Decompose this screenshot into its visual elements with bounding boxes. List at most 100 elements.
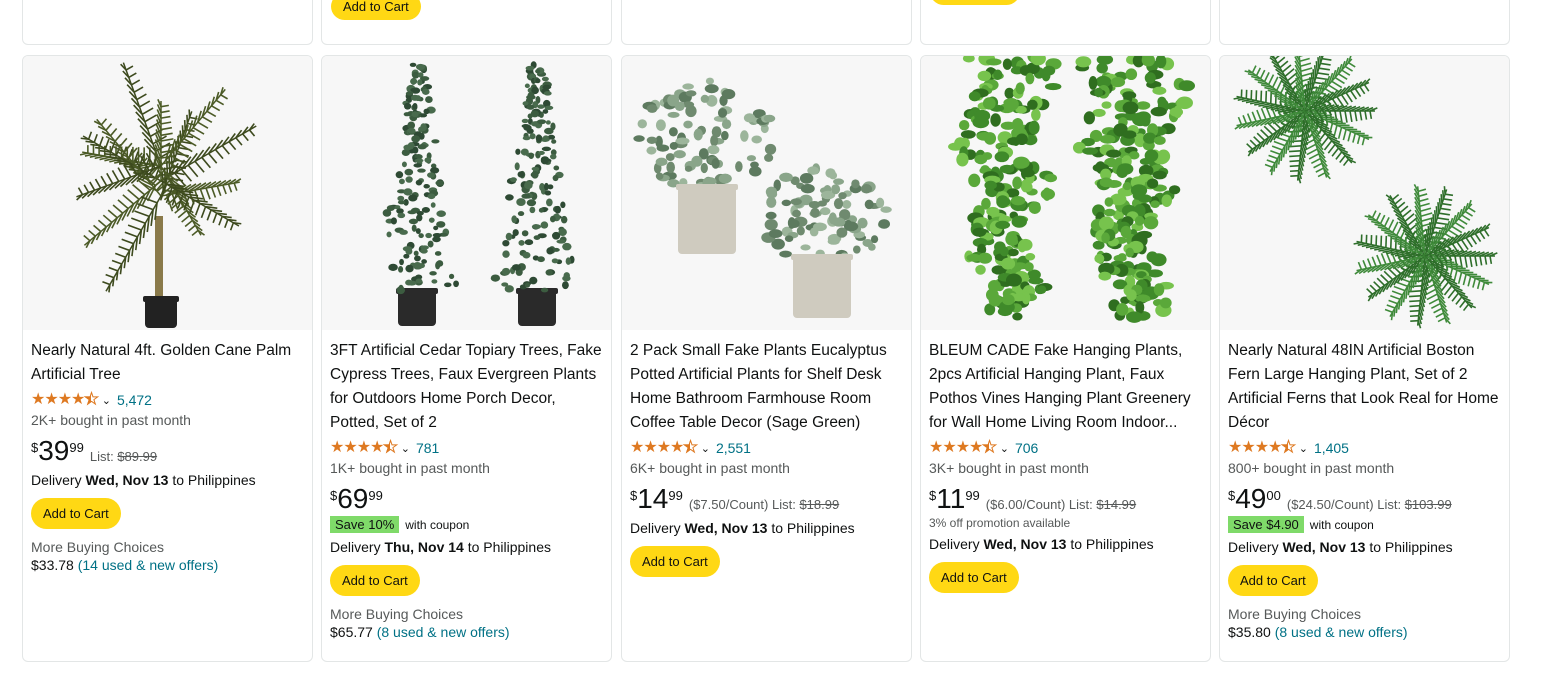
star-rating[interactable]: ★ ★ ★ ★ ★ [31, 391, 99, 408]
star-rating[interactable]: ★ ★ ★ ★ ★ [929, 439, 997, 456]
rating-row: ★ ★ ★ ★ ★ ⌄ 781 [330, 437, 603, 459]
product-card[interactable]: 3FT Artificial Cedar Topiary Trees, Fake… [321, 55, 612, 662]
rating-count-link[interactable]: 5,472 [117, 392, 152, 408]
list-price: $14.99 [1096, 497, 1137, 512]
delivery-date: Wed, Nov 13 [1282, 539, 1366, 555]
star-rating[interactable]: ★ ★ ★ ★ ★ [330, 439, 398, 456]
chevron-down-icon[interactable]: ⌄ [401, 442, 410, 455]
cedar-trees-illustration [382, 61, 575, 326]
product-title[interactable]: Nearly Natural 48IN Artificial Boston Fe… [1228, 339, 1501, 435]
star-icon: ★ [683, 439, 698, 456]
delivery-prefix: Delivery [929, 536, 980, 552]
delivery-info: Delivery Wed, Nov 13 to Philippines [31, 472, 304, 488]
list-price: $18.99 [799, 497, 840, 512]
chevron-down-icon[interactable]: ⌄ [701, 442, 710, 455]
rating-count-link[interactable]: 781 [416, 440, 439, 456]
add-to-cart-button[interactable]: Add to Cart [630, 546, 720, 577]
price[interactable]: $ 14 99 ($7.50/Count) List: $18.99 [630, 484, 903, 514]
star-icon: ★ [656, 439, 671, 456]
delivery-destination: to Philippines [467, 539, 551, 555]
star-icon: ★ [942, 439, 956, 456]
product-card[interactable]: BLEUM CADE Fake Hanging Plants, 2pcs Art… [920, 55, 1211, 662]
price-fraction: 00 [1266, 488, 1281, 503]
price-whole: 49 [1235, 483, 1267, 514]
star-icon: ★ [630, 439, 644, 456]
add-to-cart-button[interactable]: Add to Cart [1228, 565, 1318, 596]
delivery-destination: to Philippines [172, 472, 256, 488]
delivery-destination: to Philippines [1070, 536, 1154, 552]
offers-link[interactable]: (8 used & new offers) [377, 624, 510, 640]
product-card[interactable]: Nearly Natural 48IN Artificial Boston Fe… [1219, 55, 1510, 662]
star-icon: ★ [343, 439, 357, 456]
coupon-row: Save 10% with coupon [330, 516, 603, 533]
previous-row-card-5 [1219, 0, 1510, 45]
price[interactable]: $ 11 99 ($6.00/Count) List: $14.99 [929, 484, 1202, 514]
rating-row: ★ ★ ★ ★ ★ ⌄ 1,405 [1228, 437, 1501, 459]
star-icon: ★ [1268, 439, 1282, 456]
product-title[interactable]: 3FT Artificial Cedar Topiary Trees, Fake… [330, 339, 603, 435]
add-to-cart-button[interactable]: Add to Cart [31, 498, 121, 529]
offers-row: $33.78 (14 used & new offers) [31, 557, 304, 573]
star-icon: ★ [31, 391, 45, 408]
star-icon: ★ [955, 439, 970, 456]
palm-tree-image[interactable] [23, 56, 312, 330]
price-fraction: 99 [69, 440, 84, 455]
cedar-trees-image[interactable] [322, 56, 611, 330]
delivery-destination: to Philippines [771, 520, 855, 536]
delivery-date: Thu, Nov 14 [384, 539, 464, 555]
offers-row: $35.80 (8 used & new offers) [1228, 624, 1501, 640]
pothos-vines-illustration [948, 56, 1196, 323]
list-price: $103.99 [1404, 497, 1452, 512]
palm-tree-illustration [76, 62, 257, 328]
product-title[interactable]: Nearly Natural 4ft. Golden Cane Palm Art… [31, 339, 304, 387]
pothos-vines-image[interactable] [921, 56, 1210, 330]
add-to-cart-button[interactable]: Add to Cart [331, 0, 421, 20]
rating-count-link[interactable]: 706 [1015, 440, 1038, 456]
chevron-down-icon[interactable]: ⌄ [1299, 442, 1308, 455]
price[interactable]: $ 39 99 List: $89.99 [31, 436, 304, 466]
product-title[interactable]: BLEUM CADE Fake Hanging Plants, 2pcs Art… [929, 339, 1202, 435]
rating-row: ★ ★ ★ ★ ★ ⌄ 706 [929, 437, 1202, 459]
price-whole: 11 [936, 483, 966, 514]
add-to-cart-button[interactable]: Add to Cart [930, 0, 1020, 5]
more-buying-choices: More Buying Choices [330, 606, 464, 622]
price-symbol: $ [929, 488, 937, 503]
star-icon: ★ [643, 439, 657, 456]
star-icon: ★ [383, 439, 398, 456]
star-rating[interactable]: ★ ★ ★ ★ ★ [1228, 439, 1296, 456]
rating-row: ★ ★ ★ ★ ★ ⌄ 2,551 [630, 437, 903, 459]
star-icon: ★ [71, 391, 85, 408]
unit-price: ($7.50/Count) [688, 497, 769, 512]
product-title[interactable]: 2 Pack Small Fake Plants Eucalyptus Pott… [630, 339, 903, 435]
rating-count-link[interactable]: 2,551 [716, 440, 751, 456]
boston-ferns-image[interactable] [1220, 56, 1509, 330]
product-card[interactable]: 2 Pack Small Fake Plants Eucalyptus Pott… [621, 55, 912, 662]
add-to-cart-button[interactable]: Add to Cart [330, 565, 420, 596]
star-rating[interactable]: ★ ★ ★ ★ ★ [630, 439, 698, 456]
star-icon: ★ [356, 439, 371, 456]
more-buying-choices: More Buying Choices [1228, 606, 1362, 622]
coupon-row: Save $4.90 with coupon [1228, 516, 1501, 533]
chevron-down-icon[interactable]: ⌄ [1000, 442, 1009, 455]
offers-link[interactable]: (8 used & new offers) [1275, 624, 1408, 640]
chevron-down-icon[interactable]: ⌄ [102, 394, 111, 407]
list-price-label: List: [1377, 497, 1402, 512]
add-to-cart-button[interactable]: Add to Cart [929, 562, 1019, 593]
offers-link[interactable]: (14 used & new offers) [78, 557, 219, 573]
price-fraction: 99 [668, 488, 683, 503]
price-details: ($6.00/Count) List: $14.99 [986, 497, 1136, 512]
rating-count-link[interactable]: 1,405 [1314, 440, 1349, 456]
star-icon: ★ [330, 439, 344, 456]
product-card[interactable]: Nearly Natural 4ft. Golden Cane Palm Art… [22, 55, 313, 662]
price-symbol: $ [630, 488, 638, 503]
star-icon: ★ [969, 439, 983, 456]
price[interactable]: $ 49 00 ($24.50/Count) List: $103.99 [1228, 484, 1501, 514]
rating-row: ★ ★ ★ ★ ★ ⌄ 5,472 [31, 389, 304, 411]
star-icon: ★ [1281, 439, 1296, 456]
price[interactable]: $ 69 99 [330, 484, 603, 514]
eucalyptus-pots-illustration [633, 77, 892, 318]
eucalyptus-pots-image[interactable] [622, 56, 911, 330]
bought-past-month: 3K+ bought in past month [929, 460, 1089, 476]
price-symbol: $ [31, 440, 39, 455]
star-icon: ★ [929, 439, 943, 456]
